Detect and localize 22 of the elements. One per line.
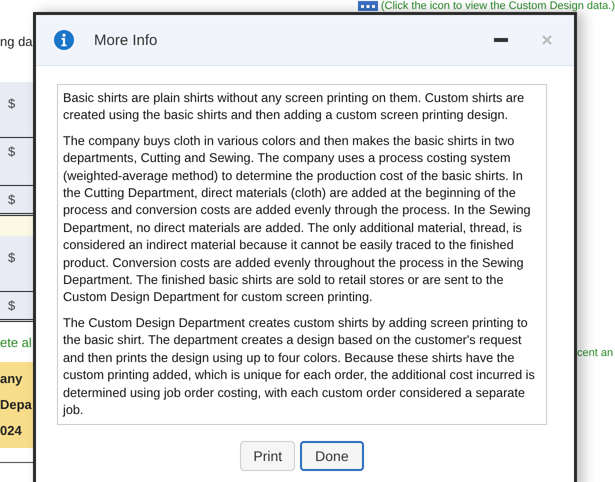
done-button[interactable]: Done — [300, 441, 364, 472]
info-icon — [54, 30, 74, 50]
clipped-text: ete al — [0, 334, 32, 350]
currency-symbol: $ — [8, 96, 16, 111]
clipped-heading: Depa — [0, 397, 32, 412]
clipped-text: ng da — [0, 34, 33, 48]
currency-symbol: $ — [8, 144, 16, 159]
highlight-band — [0, 216, 33, 236]
currency-symbol: $ — [8, 250, 16, 265]
paragraph: The Custom Design Department creates custom shirts by adding screen printing to the basic shirt. The department creates a design based on the customer's request and then prints the design using up to four colors. Because these shirts have the custom printing added, which is unique for each order, the additional cost incurred is determined using job order costing, with each custom order considered a separate job. — [63, 314, 536, 419]
minimize-icon[interactable] — [494, 38, 508, 42]
currency-symbol: $ — [8, 192, 16, 207]
print-button[interactable]: Print — [240, 441, 296, 472]
paragraph: Basic shirts are plain shirts without any screen printing on them. Custom shirts are created using the basic shirts and then adding a custom screen printing design. — [63, 90, 526, 124]
clipped-heading: 024 — [0, 423, 22, 438]
clipped-heading: any — [0, 371, 22, 386]
currency-symbol: $ — [8, 298, 16, 313]
paragraph: The company buys cloth in various colors and then makes the basic shirts in two departments, Cutting and Sewing. The company uses a process costing system (weighted-average method) to determine the production cost of the basic shirts. In the Cutting Department, direct materials (cloth) are added at the beginning of the process and conversion costs are added evenly through the process. In the Sewing Department, no direct materials are added. The only additional material, thread, is considered an indirect material because it cannot be easily traced to the finished product. Conversion costs are added evenly throughout the process in the Sewing Department. The finished basic shirts are sold to retail stores or are sent to the Custom Design Department for custom screen printing. — [63, 132, 532, 306]
dialog-title: More Info — [94, 32, 158, 48]
close-icon[interactable] — [542, 35, 552, 45]
clipped-text: cent an — [577, 347, 614, 359]
data-link[interactable]: (Click the icon to view the Custom Design data.) — [358, 0, 615, 12]
